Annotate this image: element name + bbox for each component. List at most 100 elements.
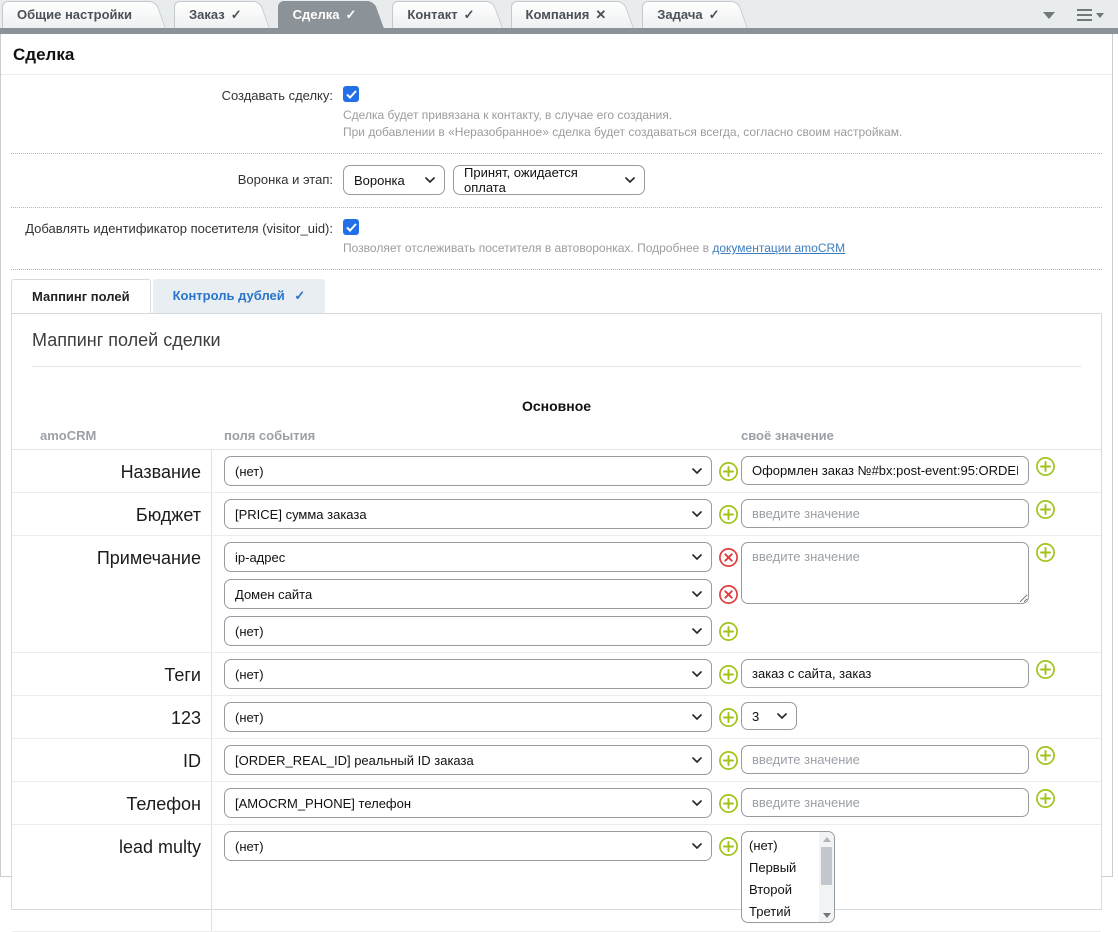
event-field-select-value: (нет) (235, 667, 264, 682)
add-icon[interactable] (718, 707, 739, 728)
tab-duplicate-control[interactable]: Контроль дублей ✓ (153, 279, 326, 313)
check-icon: ✓ (464, 7, 475, 22)
add-icon[interactable] (718, 793, 739, 814)
custom-value-select[interactable]: 3 (741, 702, 797, 730)
funnel-select-value: Воронка (354, 173, 405, 188)
event-field-select[interactable]: (нет) (224, 831, 712, 861)
add-icon[interactable] (718, 750, 739, 771)
mapping-group-title: Основное (12, 398, 1101, 414)
visitor-uid-help-text: Позволяет отслеживать посетителя в автов… (343, 241, 709, 255)
event-field-select[interactable]: ip-адрес (224, 542, 712, 572)
hamburger-icon (1077, 9, 1092, 21)
event-field-select-value: [AMOCRM_PHONE] телефон (235, 796, 411, 811)
event-field-select[interactable]: Домен сайта (224, 579, 712, 609)
tab-general[interactable]: Общие настройки (2, 1, 148, 28)
listbox-scrollbar[interactable] (819, 832, 834, 922)
funnel-row: Воронка и этап: Воронка Принят, ожидаетс… (11, 154, 1102, 208)
row-label: Название (12, 450, 212, 492)
add-icon[interactable] (718, 461, 739, 482)
row-label: ID (12, 739, 212, 781)
tab-deal-label: Сделка (293, 7, 340, 22)
table-row-lead-multy: lead multy (нет) (нет) Первый (12, 825, 1101, 932)
tab-order[interactable]: Заказ✓ (174, 1, 252, 28)
check-icon (346, 90, 357, 99)
scroll-up-icon[interactable] (819, 832, 834, 846)
chevron-down-icon (692, 714, 702, 720)
add-icon[interactable] (1035, 499, 1056, 520)
listbox-option[interactable]: Третий (742, 901, 819, 923)
custom-value-input[interactable] (741, 788, 1029, 817)
chevron-down-icon (692, 671, 702, 677)
add-icon[interactable] (718, 664, 739, 685)
tab-contact[interactable]: Контакт✓ (392, 1, 484, 28)
custom-value-select-value: 3 (752, 709, 759, 724)
table-row-note: Примечание ip-адрес Домен сайта (12, 536, 1101, 653)
remove-icon[interactable] (718, 547, 739, 568)
funnel-label: Воронка и этап: (11, 165, 343, 195)
custom-value-input[interactable] (741, 745, 1029, 774)
create-deal-help: Сделка будет привязана к контакту, в слу… (343, 107, 1102, 141)
visitor-uid-checkbox[interactable] (343, 219, 359, 235)
check-icon: ✓ (294, 288, 305, 303)
field-mapping-panel: Маппинг полей сделки Основное amoCRM пол… (11, 313, 1102, 910)
tab-field-mapping[interactable]: Маппинг полей (11, 279, 151, 313)
tabs-menu-button[interactable] (1077, 9, 1104, 21)
remove-icon[interactable] (718, 584, 739, 605)
stage-select[interactable]: Принят, ожидается оплата (453, 165, 645, 195)
custom-value-listbox[interactable]: (нет) Первый Второй Третий (741, 831, 835, 923)
listbox-option[interactable]: Второй (742, 879, 819, 901)
custom-value-input[interactable] (741, 456, 1029, 485)
event-field-select[interactable]: (нет) (224, 702, 712, 732)
table-row-budget: Бюджет [PRICE] сумма заказа (12, 493, 1101, 536)
table-row-name: Название (нет) (12, 450, 1101, 493)
event-field-select[interactable]: (нет) (224, 456, 712, 486)
add-icon[interactable] (1035, 788, 1056, 809)
add-icon[interactable] (1035, 456, 1056, 477)
event-field-select-value: [PRICE] сумма заказа (235, 507, 367, 522)
tab-task-label: Задача (657, 7, 702, 22)
tab-task[interactable]: Задача✓ (642, 1, 729, 28)
amocrm-docs-link[interactable]: документации amoCRM (712, 241, 845, 255)
chevron-down-icon (692, 511, 702, 517)
x-mark-icon: ✕ (595, 7, 606, 22)
settings-tab-bar: Общие настройки Заказ✓ Сделка✓ Контакт✓ … (0, 0, 1118, 28)
custom-value-input[interactable] (741, 659, 1029, 688)
table-row-id: ID [ORDER_REAL_ID] реальный ID заказа (12, 739, 1101, 782)
add-icon[interactable] (718, 836, 739, 857)
event-field-select[interactable]: [AMOCRM_PHONE] телефон (224, 788, 712, 818)
add-icon[interactable] (1035, 745, 1056, 766)
row-label: Бюджет (12, 493, 212, 535)
chevron-down-icon (625, 177, 635, 183)
funnel-select[interactable]: Воронка (343, 165, 445, 195)
visitor-uid-help: Позволяет отслеживать посетителя в автов… (343, 240, 1102, 257)
create-deal-help-line2: При добавлении в «Неразобранное» сделка … (343, 124, 1102, 141)
listbox-option[interactable]: Первый (742, 857, 819, 879)
event-field-select[interactable]: (нет) (224, 616, 712, 646)
mapping-table: amoCRM поля события своё значение Назван… (12, 428, 1101, 932)
add-icon[interactable] (718, 621, 739, 642)
row-label: Теги (12, 653, 212, 695)
add-icon[interactable] (1035, 542, 1056, 563)
create-deal-checkbox[interactable] (343, 86, 359, 102)
chevron-down-icon (692, 628, 702, 634)
tabs-dropdown-icon[interactable] (1043, 12, 1055, 19)
tab-deal[interactable]: Сделка✓ (278, 1, 367, 28)
add-icon[interactable] (1035, 659, 1056, 680)
mapping-section-title: Маппинг полей сделки (12, 330, 1101, 351)
event-field-select-value: Домен сайта (235, 587, 312, 602)
row-label: lead multy (12, 825, 212, 931)
tab-company[interactable]: Компания✕ (511, 1, 617, 28)
event-field-select[interactable]: [ORDER_REAL_ID] реальный ID заказа (224, 745, 712, 775)
custom-value-textarea[interactable] (741, 542, 1029, 604)
scrollbar-thumb[interactable] (821, 847, 832, 885)
event-field-select[interactable]: (нет) (224, 659, 712, 689)
check-icon (346, 223, 357, 232)
add-icon[interactable] (718, 504, 739, 525)
column-header-custom-value: своё значение (739, 428, 1101, 443)
custom-value-input[interactable] (741, 499, 1029, 528)
create-deal-row: Создавать сделку: Сделка будет привязана… (11, 75, 1102, 154)
event-field-select[interactable]: [PRICE] сумма заказа (224, 499, 712, 529)
stage-select-value: Принят, ожидается оплата (464, 165, 617, 195)
listbox-option[interactable]: (нет) (742, 835, 819, 857)
scroll-down-icon[interactable] (819, 908, 834, 922)
